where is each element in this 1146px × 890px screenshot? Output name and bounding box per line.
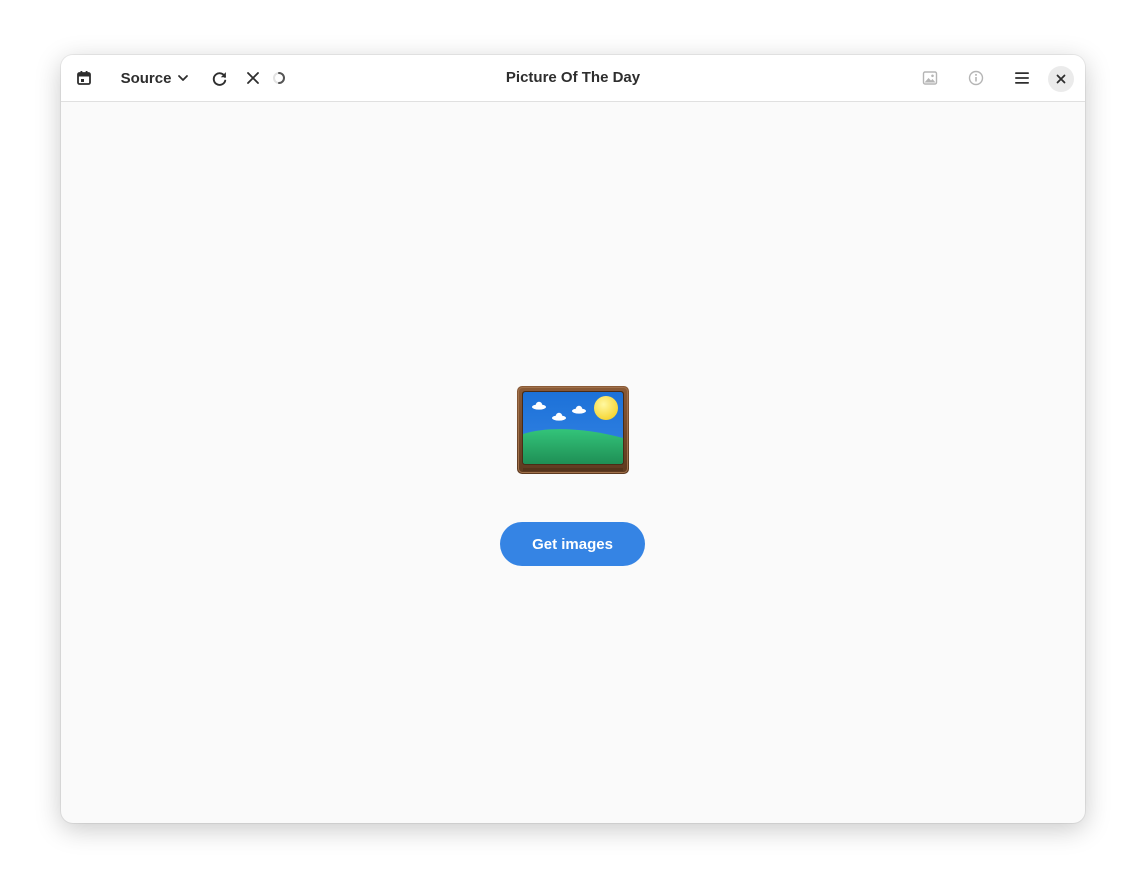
spinner-icon bbox=[273, 72, 286, 84]
cancel-button[interactable] bbox=[237, 62, 269, 94]
empty-state: Get images bbox=[61, 102, 1085, 823]
close-icon bbox=[247, 72, 259, 84]
image-info-button[interactable] bbox=[960, 62, 992, 94]
framed-picture-icon bbox=[517, 386, 629, 474]
refresh-icon bbox=[212, 71, 226, 86]
app-window: Source Picture Of The Day Get images bbox=[61, 55, 1085, 823]
headerbar: Source Picture Of The Day bbox=[61, 55, 1085, 102]
set-wallpaper-button[interactable] bbox=[914, 62, 946, 94]
main-menu-button[interactable] bbox=[1006, 62, 1038, 94]
calendar-button[interactable] bbox=[69, 62, 99, 94]
get-images-button[interactable]: Get images bbox=[500, 522, 645, 566]
hamburger-menu-icon bbox=[1015, 72, 1029, 84]
chevron-down-icon bbox=[178, 75, 189, 81]
loading-spinner bbox=[269, 62, 289, 94]
window-close-icon bbox=[1056, 74, 1066, 84]
image-icon bbox=[922, 71, 938, 85]
window-close-button[interactable] bbox=[1048, 66, 1074, 92]
refresh-button[interactable] bbox=[203, 62, 235, 94]
source-dropdown-button[interactable]: Source bbox=[115, 62, 195, 94]
info-icon bbox=[968, 70, 984, 86]
source-label: Source bbox=[120, 69, 172, 87]
calendar-icon bbox=[77, 71, 91, 85]
